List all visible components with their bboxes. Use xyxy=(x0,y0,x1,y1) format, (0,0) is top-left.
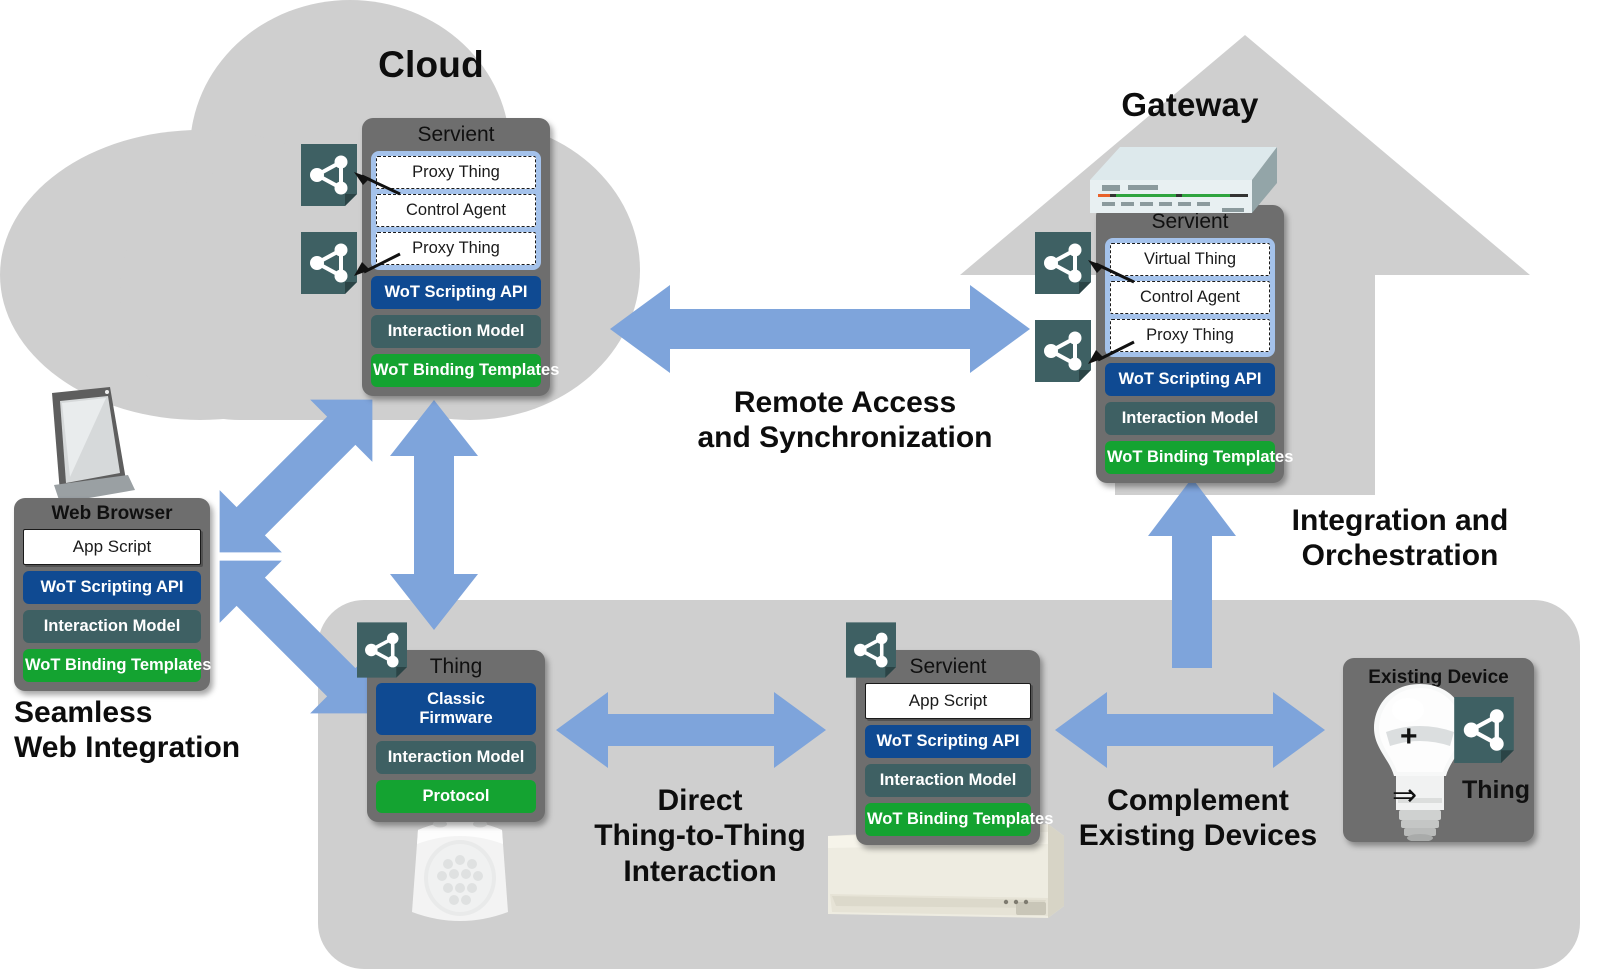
web-browser-layer-interaction-model[interactable]: Interaction Model xyxy=(23,610,201,643)
caption-remote-access: Remote Access and Synchronization xyxy=(690,385,1000,456)
caption-direct-line1: Direct xyxy=(657,784,743,817)
wot-thing-icon[interactable] xyxy=(1035,320,1091,382)
wot-thing-icon[interactable] xyxy=(1451,697,1517,763)
arrow-cloud-gateway xyxy=(610,283,1030,375)
wot-thing-icon[interactable] xyxy=(301,232,357,294)
gateway-label: Gateway xyxy=(1121,86,1259,123)
bottom-servient-box[interactable]: Servient App Script WoT Scripting API In… xyxy=(856,650,1053,845)
pointer-arrow-icon xyxy=(1088,340,1135,364)
wot-thing-icon[interactable] xyxy=(846,622,896,678)
bottom-servient-layer-binding-templates[interactable]: WoT Binding Templates xyxy=(865,803,1053,836)
thing-firmware-line2: Firmware xyxy=(419,708,493,727)
caption-seamless-line2: Web Integration xyxy=(14,731,241,765)
cloud-label: Cloud xyxy=(378,44,484,85)
cloud-layer-scripting-api[interactable]: WoT Scripting API xyxy=(371,276,541,309)
existing-device-plus: + xyxy=(1400,720,1418,753)
cloud-thing-1[interactable]: Control Agent xyxy=(376,194,536,227)
web-browser-box[interactable]: Web Browser App Script WoT Scripting API… xyxy=(14,498,211,691)
wot-thing-icon[interactable] xyxy=(301,144,357,206)
pointer-arrow-icon xyxy=(354,172,401,196)
pointer-arrow-icon xyxy=(354,252,401,276)
bottom-servient-layer-scripting-api[interactable]: WoT Scripting API xyxy=(865,725,1031,758)
caption-integration: Integration and Orchestration xyxy=(1250,503,1550,574)
caption-remote-access-line1: Remote Access xyxy=(733,386,957,419)
arrow-thing-servient xyxy=(556,690,826,770)
caption-complement-line1: Complement xyxy=(1107,784,1289,817)
gateway-layer-interaction-model[interactable]: Interaction Model xyxy=(1105,402,1275,435)
existing-device-result: Thing xyxy=(1462,776,1531,804)
arrow-servient-existingdevice xyxy=(1055,690,1325,770)
thing-firmware-line1: Classic xyxy=(427,690,485,708)
cloud-layer-binding-templates[interactable]: WoT Binding Templates xyxy=(371,354,559,387)
caption-seamless-web-integration: Seamless Web Integration xyxy=(14,695,314,766)
thing-layer-interaction-model[interactable]: Interaction Model xyxy=(376,740,536,774)
router-icon xyxy=(1090,147,1277,213)
gateway-layer-binding-templates[interactable]: WoT Binding Templates xyxy=(1105,441,1293,474)
existing-device-implies: ⇒ xyxy=(1392,779,1418,812)
caption-complement-existing-devices: Complement Existing Devices xyxy=(1068,783,1328,854)
caption-integration-line1: Integration and xyxy=(1291,504,1509,537)
diagram-canvas: Cloud Gateway Servient Proxy Thing Contr… xyxy=(0,0,1600,969)
cloud-servient-title: Servient xyxy=(417,123,495,146)
cloud-layer-interaction-model[interactable]: Interaction Model xyxy=(371,315,541,348)
web-browser-layer-scripting-api[interactable]: WoT Scripting API xyxy=(23,571,201,604)
web-browser-layer-binding-templates[interactable]: WoT Binding Templates xyxy=(23,649,211,682)
web-browser-app-script[interactable]: App Script xyxy=(23,529,201,565)
arrow-cloud-bottom xyxy=(388,400,480,630)
wot-thing-icon[interactable] xyxy=(1035,232,1091,294)
bottom-servient-layer-interaction-model[interactable]: Interaction Model xyxy=(865,764,1031,797)
caption-remote-access-line2: and Synchronization xyxy=(697,421,993,455)
thing-layer-protocol[interactable]: Protocol xyxy=(376,779,536,813)
bottom-servient-app-script[interactable]: App Script xyxy=(865,683,1031,719)
thing-layer-classic-firmware[interactable]: Classic Firmware xyxy=(376,683,536,735)
caption-direct-line3: Interaction xyxy=(623,854,777,888)
wot-thing-icon[interactable] xyxy=(357,622,407,678)
motion-sensor-icon xyxy=(412,820,508,921)
caption-seamless-line1: Seamless xyxy=(14,696,153,729)
caption-integration-line2: Orchestration xyxy=(1301,539,1499,573)
web-browser-title: Web Browser xyxy=(51,503,173,524)
caption-complement-line2: Existing Devices xyxy=(1078,819,1318,853)
arrow-browser-cloud xyxy=(196,396,396,556)
caption-direct-line2: Thing-to-Thing xyxy=(594,819,806,853)
pointer-arrow-icon xyxy=(1088,260,1135,284)
arrow-gateway-bottom xyxy=(1146,478,1238,668)
caption-direct-thing-to-thing: Direct Thing-to-Thing Interaction xyxy=(570,783,830,889)
